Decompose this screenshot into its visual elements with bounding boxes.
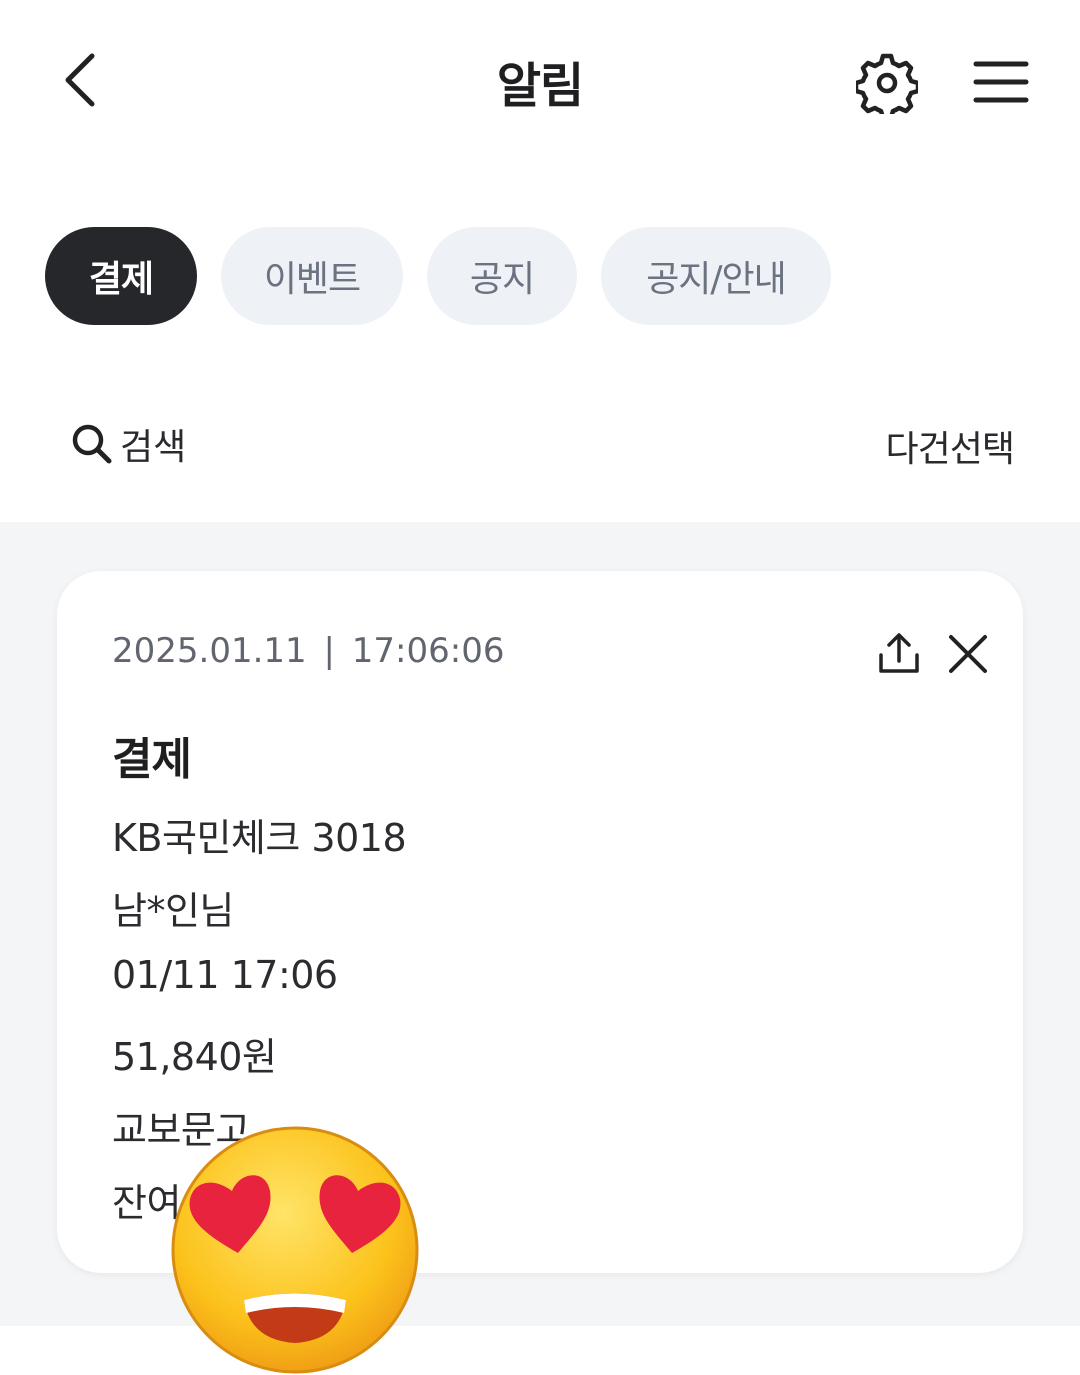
card-name-line: KB국민체크 3018 xyxy=(112,816,407,860)
transaction-time-line: 01/11 17:06 xyxy=(112,953,338,997)
category-tabs: 결제 이벤트 공지 공지/안내 xyxy=(45,227,831,325)
menu-button[interactable] xyxy=(970,56,1032,108)
settings-button[interactable] xyxy=(853,52,921,121)
page-title: 알림 xyxy=(496,58,584,114)
multi-select-button[interactable]: 다건선택 xyxy=(886,420,1015,472)
notification-time: 17:06:06 xyxy=(351,631,505,671)
tab-event[interactable]: 이벤트 xyxy=(221,227,403,325)
share-button[interactable] xyxy=(877,631,921,677)
search-icon xyxy=(72,424,112,464)
dismiss-button[interactable] xyxy=(947,633,989,675)
timestamp-separator: | xyxy=(323,631,335,671)
notification-timestamp: 2025.01.11 | 17:06:06 xyxy=(112,631,504,671)
search-label: 검색 xyxy=(120,427,187,468)
tab-payment[interactable]: 결제 xyxy=(45,227,197,325)
share-icon xyxy=(879,633,919,673)
amount-line: 51,840원 xyxy=(112,1035,277,1079)
search-button[interactable]: 검색 xyxy=(70,418,186,470)
hamburger-menu-icon xyxy=(973,61,1029,103)
search-toolbar: 검색 다건선택 xyxy=(0,400,1080,490)
notification-title: 결제 xyxy=(112,734,192,785)
gear-icon xyxy=(853,53,921,121)
customer-name-line: 남*인님 xyxy=(112,889,234,933)
notification-date: 2025.01.11 xyxy=(112,631,307,671)
smiling-face-with-heart-eyes-emoji xyxy=(171,1126,419,1374)
top-app-bar: 알림 xyxy=(0,0,1080,170)
tab-notice-info[interactable]: 공지/안내 xyxy=(601,227,831,325)
close-icon xyxy=(949,635,987,673)
notification-list: 2025.01.11 | 17:06:06 결제 KB국민체크 3018 남*인… xyxy=(0,522,1080,1326)
tab-notice[interactable]: 공지 xyxy=(427,227,577,325)
